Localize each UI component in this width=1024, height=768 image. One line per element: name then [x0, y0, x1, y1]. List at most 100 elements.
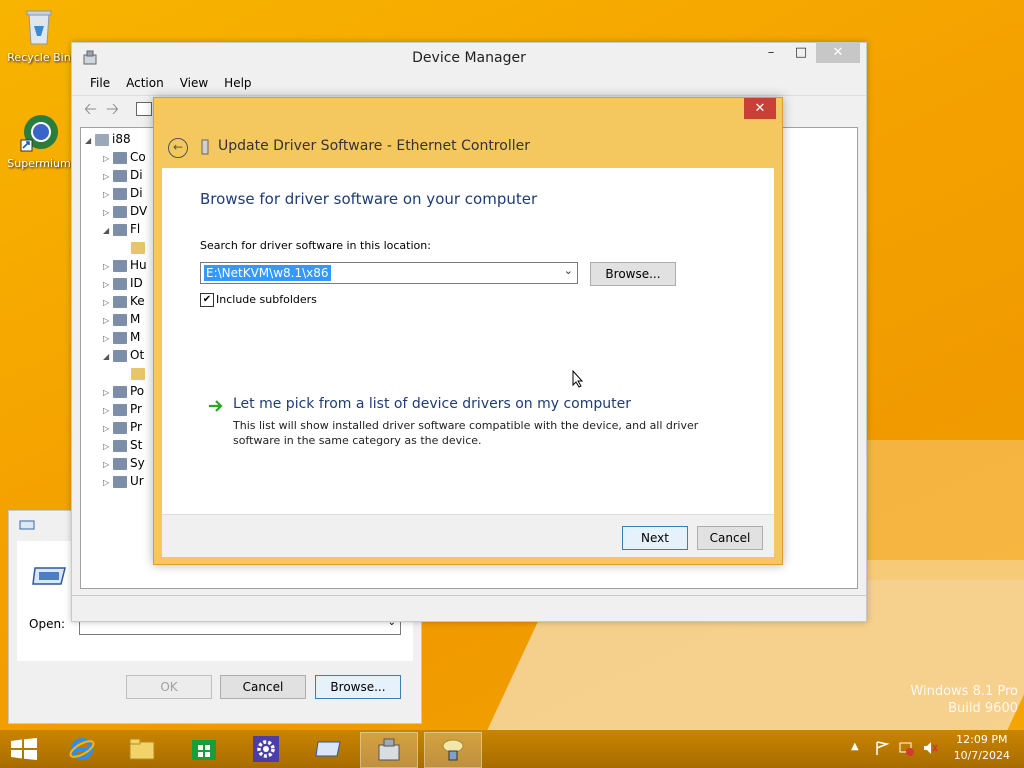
device-category-icon	[113, 151, 127, 164]
chevron-down-icon[interactable]: ⌄	[564, 264, 573, 277]
storage-icon	[113, 439, 127, 452]
back-arrow-icon[interactable]: 🡠	[84, 98, 97, 125]
tree-item[interactable]: ▷ ID	[85, 274, 148, 292]
tree-item[interactable]: ▷ St	[85, 436, 148, 454]
device-manager-icon	[378, 738, 400, 761]
menu-action[interactable]: Action	[118, 73, 172, 93]
action-center-flag-icon[interactable]	[874, 740, 890, 756]
taskbar-store[interactable]	[176, 732, 232, 766]
tree-root[interactable]: ◢ i88	[85, 130, 148, 148]
ports-icon	[113, 385, 127, 398]
tree-item-child[interactable]	[85, 238, 148, 256]
forward-arrow-icon[interactable]: 🡢	[106, 98, 119, 125]
clock-time: 12:09 PM	[956, 733, 1008, 746]
tree-item[interactable]: ▷ M	[85, 328, 148, 346]
desktop-icon-recycle-bin[interactable]: Recycle Bin	[4, 6, 74, 64]
network-disconnected-icon[interactable]	[898, 740, 914, 756]
mouse-icon	[113, 313, 127, 326]
tree-item-label: Hu	[130, 258, 147, 272]
ok-button[interactable]: OK	[126, 675, 212, 699]
wizard-header: ← Update Driver Software - Ethernet Cont…	[162, 128, 774, 166]
taskbar-internet-explorer[interactable]	[54, 732, 110, 766]
window-titlebar[interactable]: Device Manager	[72, 43, 866, 73]
minimize-button[interactable]: –	[756, 43, 786, 63]
tree-item-child[interactable]	[85, 364, 148, 382]
green-arrow-icon	[209, 400, 223, 412]
device-category-icon	[113, 205, 127, 218]
page-heading: Browse for driver software on your compu…	[200, 190, 538, 208]
desktop-icon-label: Supermium	[7, 157, 71, 170]
tree-item[interactable]: ▷ Pr	[85, 400, 148, 418]
driver-path-combobox[interactable]: E:\NetKVM\w8.1\x86 ⌄	[200, 262, 578, 284]
pick-from-list-description: This list will show installed driver sof…	[233, 418, 698, 448]
show-hidden-icons-chevron-up-icon[interactable]: ▲	[851, 741, 859, 752]
menu-file[interactable]: File	[82, 73, 118, 93]
maximize-button[interactable]: □	[786, 43, 816, 63]
floppy-warning-icon	[131, 241, 145, 254]
tree-item-label: DV	[130, 204, 148, 218]
cancel-button[interactable]: Cancel	[697, 526, 763, 550]
system-clock[interactable]: 12:09 PM 10/7/2024	[954, 732, 1010, 764]
tree-item-label: ID	[130, 276, 143, 290]
volume-muted-icon[interactable]	[922, 740, 938, 756]
internet-explorer-icon	[69, 738, 95, 760]
back-arrow-icon[interactable]: ←	[168, 138, 188, 158]
tree-item[interactable]: ▷ M	[85, 310, 148, 328]
tree-item-label: M	[130, 330, 141, 344]
pick-from-list-link[interactable]: Let me pick from a list of device driver…	[233, 396, 631, 412]
close-button[interactable]: ✕	[816, 43, 860, 63]
tree-item[interactable]: ▷ Ur	[85, 472, 148, 490]
browse-button[interactable]: Browse...	[590, 262, 676, 286]
tree-item[interactable]: ◢ Ot	[85, 346, 148, 364]
wizard-footer: Next Cancel	[162, 514, 774, 557]
window-title: Device Manager	[412, 50, 526, 66]
tree-item[interactable]: ▷ Ke	[85, 292, 148, 310]
run-icon-small	[19, 519, 35, 530]
taskbar-run[interactable]	[300, 732, 356, 766]
tree-item[interactable]: ▷ Hu	[85, 256, 148, 274]
driver-path-value[interactable]: E:\NetKVM\w8.1\x86	[204, 265, 331, 281]
menu-help[interactable]: Help	[216, 73, 259, 93]
tree-item[interactable]: ▷ Sy	[85, 454, 148, 472]
taskbar-settings[interactable]	[238, 732, 294, 766]
device-category-icon	[113, 223, 127, 236]
update-driver-wizard: ✕ ← Update Driver Software - Ethernet Co…	[153, 97, 783, 565]
tree-item[interactable]: ▷ Co	[85, 148, 148, 166]
tree-item[interactable]: ▷ Di	[85, 184, 148, 202]
open-label: Open:	[29, 617, 66, 631]
tree-item-label: Co	[130, 150, 146, 164]
tree-item[interactable]: ▷ Di	[85, 166, 148, 184]
desktop-icon-supermium[interactable]: Supermium	[4, 112, 74, 170]
device-category-icon	[113, 187, 127, 200]
tree-item-label: Ur	[130, 474, 144, 488]
start-button[interactable]	[10, 738, 38, 763]
include-subfolders-checkbox[interactable]: ✔	[200, 293, 214, 307]
taskbar-device-manager[interactable]	[360, 732, 418, 768]
status-bar	[72, 595, 866, 620]
mouse-cursor-icon	[572, 370, 584, 388]
supermium-icon	[20, 115, 58, 152]
menu-view[interactable]: View	[172, 73, 216, 93]
watermark-build: Build 9600	[948, 701, 1018, 716]
description-line: software in the same category as the dev…	[233, 434, 482, 447]
other-devices-icon	[113, 349, 127, 362]
close-button[interactable]: ✕	[744, 98, 776, 119]
menu-bar: File Action View Help	[72, 73, 866, 95]
taskbar-network[interactable]	[424, 732, 482, 768]
tree-item[interactable]: ▷ Pr	[85, 418, 148, 436]
cancel-button[interactable]: Cancel	[220, 675, 306, 699]
tree-item[interactable]: ◢ Fl	[85, 220, 148, 238]
tree-item-label: M	[130, 312, 141, 326]
next-button[interactable]: Next	[622, 526, 688, 550]
tree-item[interactable]: ▷ DV	[85, 202, 148, 220]
processor-icon	[113, 421, 127, 434]
keyboard-icon	[113, 295, 127, 308]
browse-button[interactable]: Browse...	[315, 675, 401, 699]
properties-icon[interactable]	[136, 102, 152, 116]
tree-item-label: Ke	[130, 294, 145, 308]
tree-item-label: Po	[130, 384, 145, 398]
device-tree-list: ◢ i88 ▷ Co ▷ Di ▷ Di ▷ DV ◢ Fl ▷ Hu ▷ ID ▷ Ke ▷ M …	[85, 130, 148, 490]
taskbar-file-explorer[interactable]	[114, 732, 170, 766]
tree-item[interactable]: ▷ Po	[85, 382, 148, 400]
clock-date: 10/7/2024	[953, 749, 1010, 762]
